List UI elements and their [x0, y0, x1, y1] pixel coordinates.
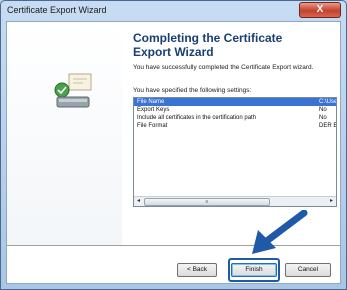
setting-value: No [319, 107, 327, 113]
cancel-button[interactable]: Cancel [285, 263, 331, 277]
completion-message: You have successfully completed the Cert… [133, 64, 314, 71]
settings-row[interactable]: File Format DER En [134, 122, 336, 130]
setting-value: C:\Use [319, 99, 337, 105]
setting-name: File Name [137, 99, 165, 105]
settings-label: You have specified the following setting… [133, 87, 252, 94]
setting-value: No [319, 115, 327, 121]
setting-name: File Format [137, 123, 168, 129]
back-button[interactable]: < Back [177, 263, 217, 277]
close-button[interactable]: X [299, 2, 341, 18]
scrollbar-thumb[interactable]: ≡ [144, 198, 270, 206]
annotation-arrow-icon [252, 210, 308, 254]
setting-name: Include all certificates in the certific… [137, 115, 257, 121]
page-title: Completing the Certificate Export Wizard [133, 31, 283, 59]
settings-row[interactable]: Export Keys No [134, 106, 336, 114]
scroll-left-icon[interactable]: ◂ [134, 197, 143, 206]
certificate-export-icon [54, 73, 92, 108]
settings-row[interactable]: File Name C:\Use [134, 98, 336, 106]
wizard-side-panel [7, 22, 122, 245]
setting-value: DER En [319, 123, 337, 129]
window-title: Certificate Export Wizard [7, 5, 107, 15]
finish-button[interactable]: Finish [231, 263, 277, 277]
settings-list[interactable]: File Name C:\Use Export Keys No Include … [133, 97, 337, 207]
scroll-right-icon[interactable]: ▸ [327, 197, 336, 206]
horizontal-scrollbar[interactable]: ◂ ≡ ▸ [134, 196, 336, 206]
title-bar[interactable]: Certificate Export Wizard X [1, 1, 346, 21]
settings-row[interactable]: Include all certificates in the certific… [134, 114, 336, 122]
setting-name: Export Keys [137, 107, 170, 113]
